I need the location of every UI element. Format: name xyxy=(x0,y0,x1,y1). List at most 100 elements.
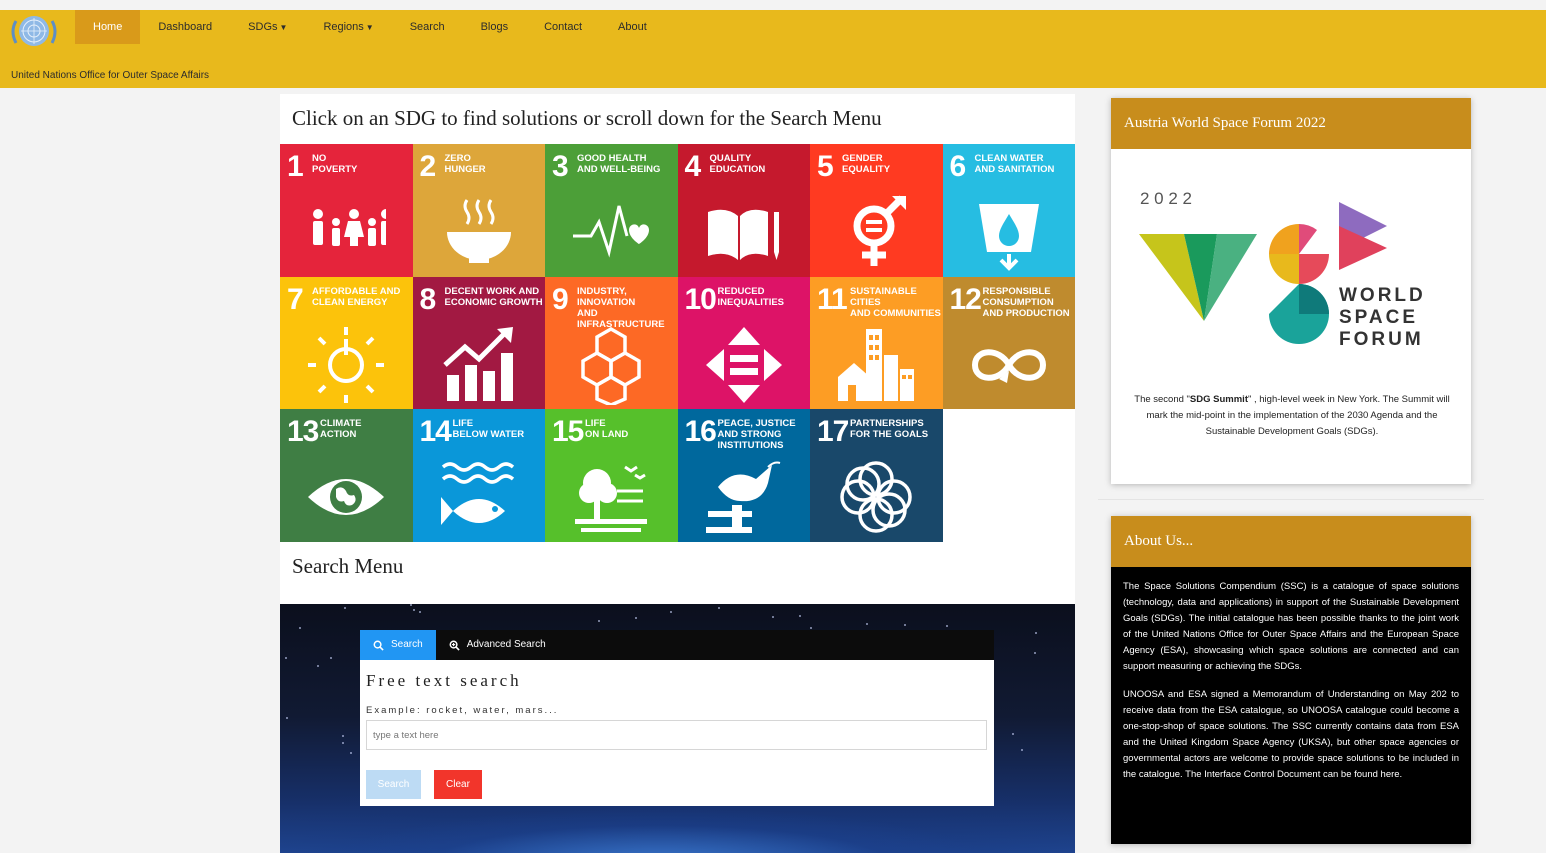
sdg-tile-1[interactable]: 1 NO POVERTY xyxy=(280,144,413,277)
sdg-tile-9[interactable]: 9 INDUSTRY, INNOVATION AND INFRASTRUCTURE xyxy=(545,276,678,410)
search-button[interactable]: Search xyxy=(366,770,421,799)
equality-arrows-icon xyxy=(705,326,782,403)
star-dot xyxy=(635,617,637,619)
sdg-tile-12[interactable]: 12 RESPONSIBLE CONSUMPTION AND PRODUCTION xyxy=(942,276,1075,410)
sdg-number: 7 xyxy=(287,282,304,316)
about-card-title: About Us... xyxy=(1111,516,1471,567)
star-dot xyxy=(1035,632,1037,634)
power-sun-icon xyxy=(308,326,384,403)
top-header: Home Dashboard SDGs ▼ Regions ▼ Search Blo… xyxy=(0,10,1546,88)
about-paragraph-1: The Space Solutions Compendium (SSC) is … xyxy=(1123,581,1459,673)
sdg-tile-3[interactable]: 3 GOOD HEALTH AND WELL-BEING xyxy=(545,144,678,277)
tab-search[interactable]: Search xyxy=(360,630,436,660)
star-dot xyxy=(1012,733,1014,735)
world-space-forum-logo[interactable]: 2 0 2 2 WORLD SPACE FORUM xyxy=(1139,186,1439,366)
nav-dashboard[interactable]: Dashboard xyxy=(140,10,230,44)
sdg-number: 11 xyxy=(817,282,848,316)
sdg-label: ZERO HUNGER xyxy=(444,153,486,175)
star-dot xyxy=(598,620,600,622)
sdg-label: SUSTAINABLE CITIES AND COMMUNITIES xyxy=(850,285,941,319)
sdg-tile-10[interactable]: 10 REDUCED INEQUALITIES xyxy=(677,276,810,410)
tab-advanced-label: Advanced Search xyxy=(466,639,546,650)
logo-word-world: WORLD xyxy=(1339,285,1426,306)
search-tabs: Search Advanced Search xyxy=(360,630,994,660)
rings-icon xyxy=(840,461,912,534)
star-dot xyxy=(1021,749,1023,751)
sdg-number: 8 xyxy=(419,282,437,316)
book-icon xyxy=(707,209,779,260)
sdg-number: 12 xyxy=(949,282,982,316)
nav-regions-dropdown[interactable]: Regions ▼ xyxy=(305,10,391,44)
sdg-label: REDUCED INEQUALITIES xyxy=(717,285,785,308)
sdg-tile-2[interactable]: 2 ZERO HUNGER xyxy=(412,144,545,277)
sdg-tile-5[interactable]: 5 GENDER EQUALITY xyxy=(810,144,943,277)
nav-blogs[interactable]: Blogs xyxy=(463,10,527,44)
nav-contact[interactable]: Contact xyxy=(526,10,600,44)
forum-description: The second "SDG Summit" , high-level wee… xyxy=(1123,392,1461,440)
un-emblem-logo[interactable] xyxy=(6,13,62,49)
water-icon xyxy=(978,204,1039,271)
city-icon xyxy=(838,328,914,401)
sidebar-divider xyxy=(1098,499,1484,500)
nav-home[interactable]: Home xyxy=(75,10,141,44)
sdg-number: 5 xyxy=(817,150,834,183)
sdg-number: 16 xyxy=(684,415,717,449)
infinity-icon xyxy=(971,348,1046,383)
sdg-tile-8[interactable]: 8 DECENT WORK AND ECONOMIC GROWTH xyxy=(412,276,545,410)
sdg-label: CLEAN WATER AND SANITATION xyxy=(974,153,1055,175)
star-dot xyxy=(410,604,412,606)
star-dot xyxy=(330,657,332,659)
sdg-number: 14 xyxy=(419,415,452,449)
star-dot xyxy=(413,609,415,611)
sdg-label: NO POVERTY xyxy=(312,153,358,175)
sdg-label: DECENT WORK AND ECONOMIC GROWTH xyxy=(444,285,543,308)
star-dot xyxy=(285,657,287,659)
sdg-tile-4[interactable]: 4 QUALITY EDUCATION xyxy=(677,144,810,277)
sdg-tile-14[interactable]: 14 LIFE BELOW WATER xyxy=(412,409,545,542)
star-dot xyxy=(772,616,774,618)
clear-button[interactable]: Clear xyxy=(434,770,482,799)
nav-sdgs-dropdown[interactable]: SDGs ▼ xyxy=(230,10,305,44)
sdg-label: RESPONSIBLE CONSUMPTION AND PRODUCTION xyxy=(982,285,1070,319)
sdg-tile-11[interactable]: 11 SUSTAINABLE CITIES AND COMMUNITIES xyxy=(810,276,943,410)
sdg-label: QUALITY EDUCATION xyxy=(709,153,766,175)
sdg-grid: 1 NO POVERTY 2 ZERO HUNGER 3 GOOD HEALTH AND … xyxy=(280,144,1075,542)
star-dot xyxy=(350,752,352,754)
free-text-search-input[interactable] xyxy=(366,720,987,750)
star-dot xyxy=(1034,652,1036,654)
caret-down-icon: ▼ xyxy=(365,23,374,32)
world-space-forum-card: Austria World Space Forum 2022 2 0 2 2 W… xyxy=(1111,98,1471,484)
sdg-tile-6[interactable]: 6 CLEAN WATER AND SANITATION xyxy=(942,144,1075,277)
sdg-tile-13[interactable]: 13 CLIMATE ACTION xyxy=(280,409,413,542)
logo-word-space: SPACE xyxy=(1339,307,1418,328)
dove-gavel-icon xyxy=(705,461,780,534)
heartbeat-icon xyxy=(573,205,649,258)
sdg-label: GENDER EQUALITY xyxy=(842,153,891,175)
sdg-tile-15[interactable]: 15 LIFE ON LAND xyxy=(545,409,678,542)
sdg-tile-17[interactable]: 17 PARTNERSHIPS FOR THE GOALS xyxy=(810,409,943,542)
star-dot xyxy=(286,717,288,719)
sdg-number: 6 xyxy=(949,150,967,183)
sdg-tile-16[interactable]: 16 PEACE, JUSTICE AND STRONG INSTITUTIONS xyxy=(677,409,810,542)
sdg-label: LIFE ON LAND xyxy=(585,418,629,441)
sdg-number: 2 xyxy=(419,150,437,183)
sdg-number: 1 xyxy=(287,150,304,183)
star-dot xyxy=(810,627,812,629)
star-dot xyxy=(342,735,344,737)
gender-icon xyxy=(853,195,906,266)
nav-search[interactable]: Search xyxy=(392,10,463,44)
sdg-label: GOOD HEALTH AND WELL-BEING xyxy=(577,153,661,175)
caret-down-icon: ▼ xyxy=(279,23,288,32)
star-dot xyxy=(904,624,906,626)
fish-icon xyxy=(440,462,514,526)
star-dot xyxy=(946,625,948,627)
nav-about[interactable]: About xyxy=(600,10,665,44)
sdg-label: PEACE, JUSTICE AND STRONG INSTITUTIONS xyxy=(717,418,796,452)
growth-chart-icon xyxy=(442,326,513,401)
logo-word-forum: FORUM xyxy=(1339,329,1424,350)
star-dot xyxy=(419,611,421,613)
main-nav: Home Dashboard SDGs ▼ Regions ▼ Search Blo… xyxy=(75,10,665,44)
tab-search-label: Search xyxy=(391,639,423,650)
tab-advanced-search[interactable]: Advanced Search xyxy=(436,630,559,660)
sdg-tile-7[interactable]: 7 AFFORDABLE AND CLEAN ENERGY xyxy=(280,276,413,410)
